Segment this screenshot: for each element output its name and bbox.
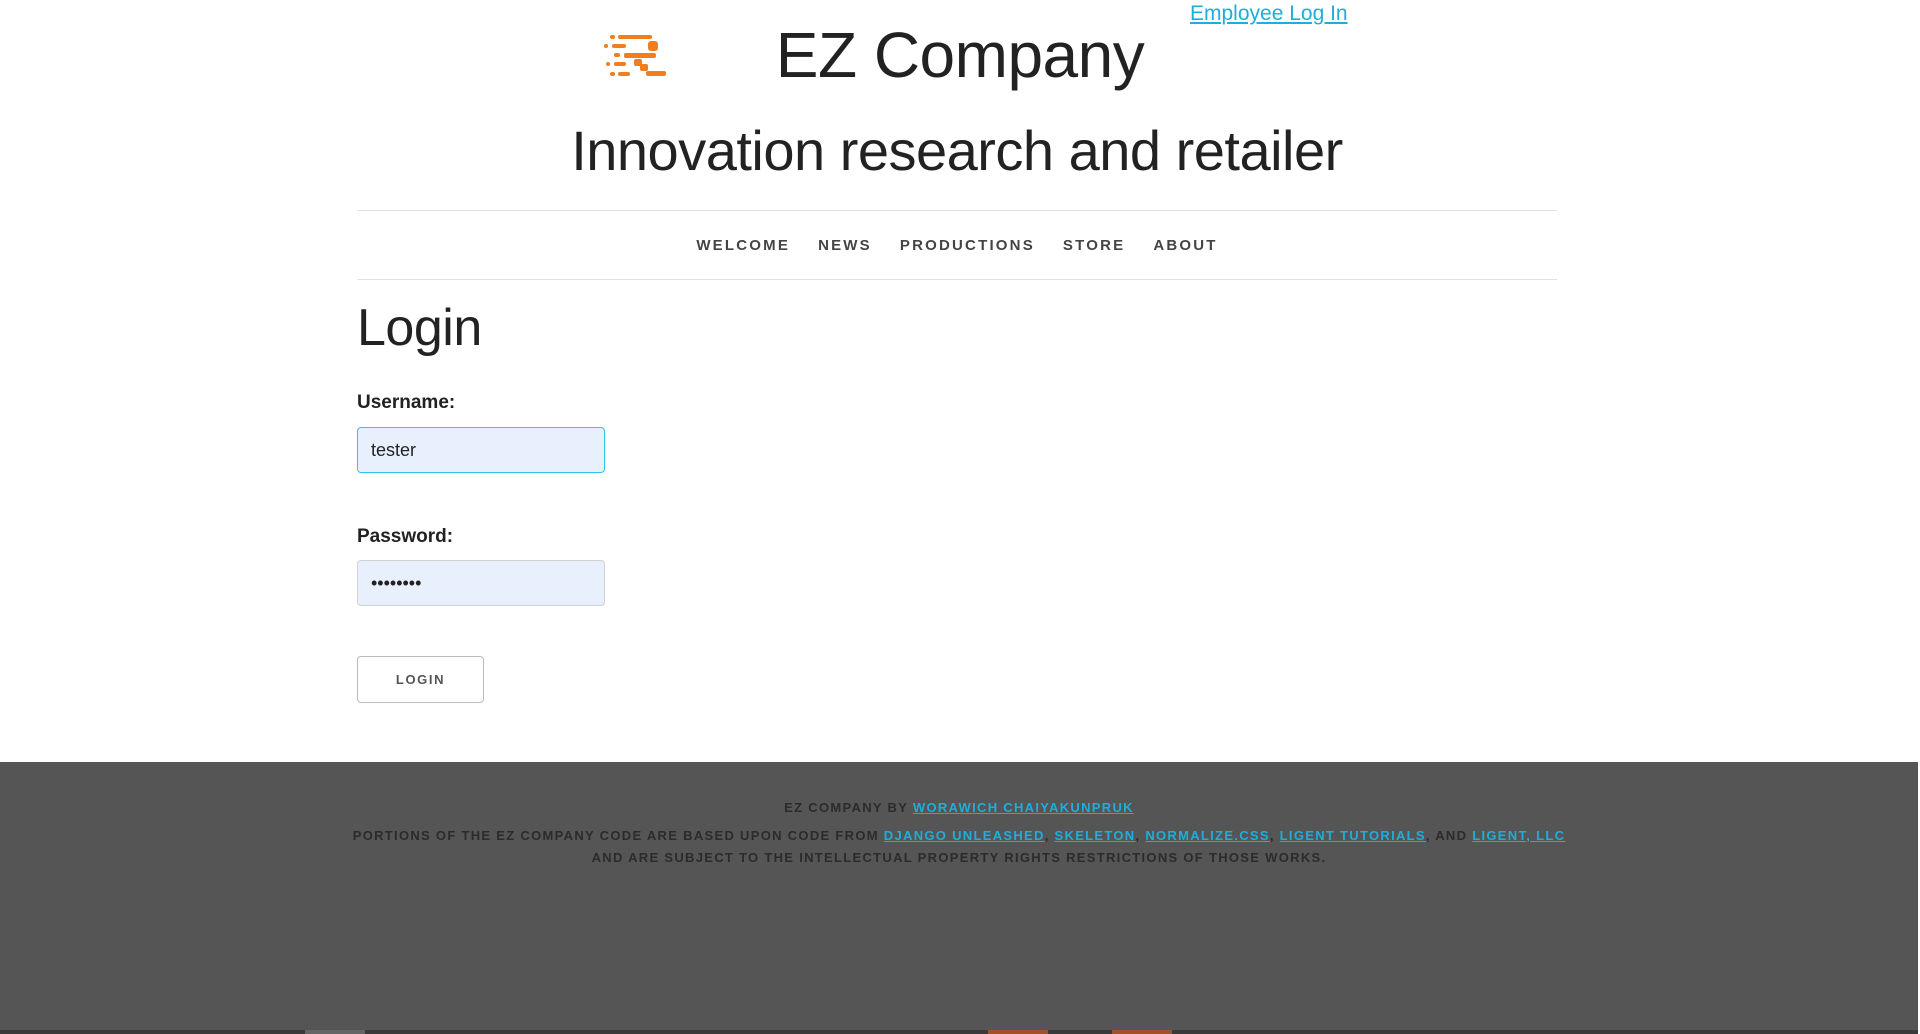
footer-attribution-line: PORTIONS OF THE EZ COMPANY CODE ARE BASE… bbox=[0, 828, 1918, 843]
footer-attribution-prefix: PORTIONS OF THE EZ COMPANY CODE ARE BASE… bbox=[352, 828, 884, 843]
nav-item-welcome[interactable]: WELCOME bbox=[696, 237, 790, 254]
login-button[interactable]: LOGIN bbox=[357, 656, 484, 703]
nav-item-about[interactable]: ABOUT bbox=[1153, 237, 1217, 254]
password-label: Password: bbox=[357, 526, 454, 547]
footer-separator: , bbox=[1269, 828, 1280, 843]
footer-credit-prefix: EZ COMPANY BY bbox=[784, 800, 913, 815]
page: Employee Log In EZ Company Innovation re… bbox=[0, 0, 1920, 1034]
bottom-strip-segment bbox=[988, 1030, 1048, 1034]
username-label: Username: bbox=[357, 392, 456, 413]
footer-link-ligent-tutorials[interactable]: LIGENT TUTORIALS bbox=[1280, 828, 1426, 843]
footer-link-ligent-llc[interactable]: LIGENT, LLC bbox=[1472, 828, 1565, 843]
username-input[interactable] bbox=[357, 427, 605, 473]
footer-separator: , bbox=[1044, 828, 1055, 843]
nav-item-store[interactable]: STORE bbox=[1063, 237, 1125, 254]
footer: EZ COMPANY BY WORAWICH CHAIYAKUNPRUK POR… bbox=[0, 762, 1918, 1030]
site-tagline: Innovation research and retailer bbox=[571, 119, 1343, 182]
footer-link-skeleton[interactable]: SKELETON bbox=[1055, 828, 1136, 843]
bottom-strip-segment bbox=[1112, 1030, 1172, 1034]
site-title: EZ Company bbox=[775, 19, 1145, 91]
password-input[interactable] bbox=[357, 560, 605, 606]
footer-author-link[interactable]: WORAWICH CHAIYAKUNPRUK bbox=[913, 800, 1134, 815]
footer-separator: , bbox=[1135, 828, 1146, 843]
footer-credit-line: EZ COMPANY BY WORAWICH CHAIYAKUNPRUK bbox=[0, 800, 1918, 815]
main-nav: WELCOME NEWS PRODUCTIONS STORE ABOUT bbox=[357, 210, 1557, 280]
bottom-strip-segment bbox=[305, 1030, 365, 1034]
bottom-strip bbox=[0, 1030, 1918, 1034]
ez-company-logo-icon[interactable] bbox=[604, 31, 672, 83]
footer-link-django-unleashed[interactable]: DJANGO UNLEASHED bbox=[884, 828, 1045, 843]
footer-link-normalize[interactable]: NORMALIZE.CSS bbox=[1145, 828, 1270, 843]
login-heading: Login bbox=[357, 299, 482, 357]
nav-item-news[interactable]: NEWS bbox=[818, 237, 872, 254]
nav-item-productions[interactable]: PRODUCTIONS bbox=[900, 237, 1035, 254]
footer-separator: , AND bbox=[1425, 828, 1473, 843]
footer-rights-line: AND ARE SUBJECT TO THE INTELLECTUAL PROP… bbox=[591, 850, 1327, 865]
